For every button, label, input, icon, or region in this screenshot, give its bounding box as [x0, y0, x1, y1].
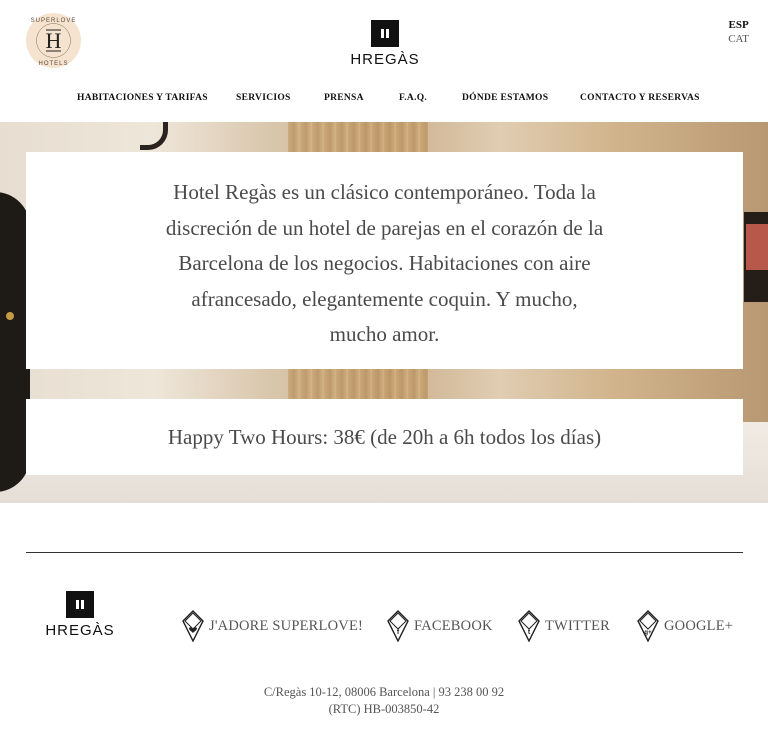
intro-line: discreción de un hotel de parejas en el …: [165, 215, 604, 240]
nav-item-habitaciones[interactable]: HABITACIONES Y TARIFAS: [77, 93, 208, 103]
intro-line: Barcelona de los negocios. Habitaciones …: [178, 251, 591, 275]
nav-item-donde-estamos[interactable]: DÓNDE ESTAMOS: [462, 93, 548, 103]
social-label: TWITTER: [545, 617, 611, 634]
social-link-google-plus[interactable]: g+ GOOGLE+: [637, 610, 733, 642]
footer-logo-mark-icon: [66, 591, 94, 618]
social-label: FACEBOOK: [414, 617, 493, 634]
footer-address: C/Regàs 10-12, 08006 Barcelona | 93 238 …: [0, 684, 768, 718]
hero-section: Hotel Regàs es un clásico contemporáneo.…: [0, 122, 768, 503]
intro-text: Hotel Regàs es un clásico contemporáneo.…: [121, 175, 648, 353]
intro-line: afrancesado, elegantemente coquin. Y muc…: [191, 286, 578, 311]
promo-text: Happy Two Hours: 38€ (de 20h a 6h todos …: [167, 425, 602, 449]
svg-text:g+: g+: [644, 630, 652, 636]
social-label: J'ADORE SUPERLOVE!: [209, 617, 364, 634]
social-link-facebook[interactable]: f FACEBOOK: [387, 610, 493, 642]
social-label: GOOGLE+: [664, 617, 734, 634]
logo-wordmark: HREGÀS: [350, 51, 420, 68]
svg-text:SUPERLOVE: SUPERLOVE: [31, 18, 77, 24]
google-plus-icon: g+: [637, 610, 659, 642]
intro-line: Hotel Regàs es un clásico contemporáneo.…: [173, 180, 596, 204]
svg-text:HOTELS: HOTELS: [38, 61, 68, 67]
footer-divider: [26, 552, 743, 553]
language-switcher: ESP CAT: [728, 18, 749, 46]
footer-logo-wordmark: HREGÀS: [45, 622, 115, 639]
main-nav: HABITACIONES Y TARIFAS SERVICIOS PRENSA …: [0, 93, 768, 105]
nav-item-servicios[interactable]: SERVICIOS: [236, 93, 291, 103]
facebook-icon: f: [387, 610, 409, 642]
svg-text:f: f: [397, 629, 400, 636]
promo-card: Happy Two Hours: 38€ (de 20h a 6h todos …: [26, 399, 743, 475]
nav-item-prensa[interactable]: PRENSA: [324, 93, 364, 103]
svg-text:H: H: [46, 28, 62, 53]
address-line: C/Regàs 10-12, 08006 Barcelona | 93 238 …: [263, 685, 505, 699]
hotel-logo[interactable]: HREGÀS: [346, 20, 424, 70]
intro-card: Hotel Regàs es un clásico contemporáneo.…: [26, 152, 743, 369]
social-link-twitter[interactable]: t TWITTER: [518, 610, 610, 642]
nav-item-faq[interactable]: F.A.Q.: [399, 93, 427, 103]
logo-mark-icon: [371, 20, 399, 47]
twitter-icon: t: [518, 610, 540, 642]
registry-line: (RTC) HB-003850-42: [328, 702, 440, 716]
footer-logo[interactable]: HREGÀS: [41, 591, 119, 641]
intro-line: mucho amor.: [329, 322, 440, 346]
social-link-superlove[interactable]: J'ADORE SUPERLOVE!: [182, 610, 363, 642]
lang-cat[interactable]: CAT: [728, 32, 749, 46]
badge-logo-icon: H SUPERLOVE HOTELS: [27, 14, 80, 67]
svg-text:t: t: [528, 629, 531, 636]
lang-esp[interactable]: ESP: [728, 18, 749, 32]
superlove-hotels-badge[interactable]: H SUPERLOVE HOTELS: [26, 13, 81, 68]
heart-diamond-icon: [182, 610, 204, 642]
nav-item-contacto[interactable]: CONTACTO Y RESERVAS: [580, 93, 700, 103]
